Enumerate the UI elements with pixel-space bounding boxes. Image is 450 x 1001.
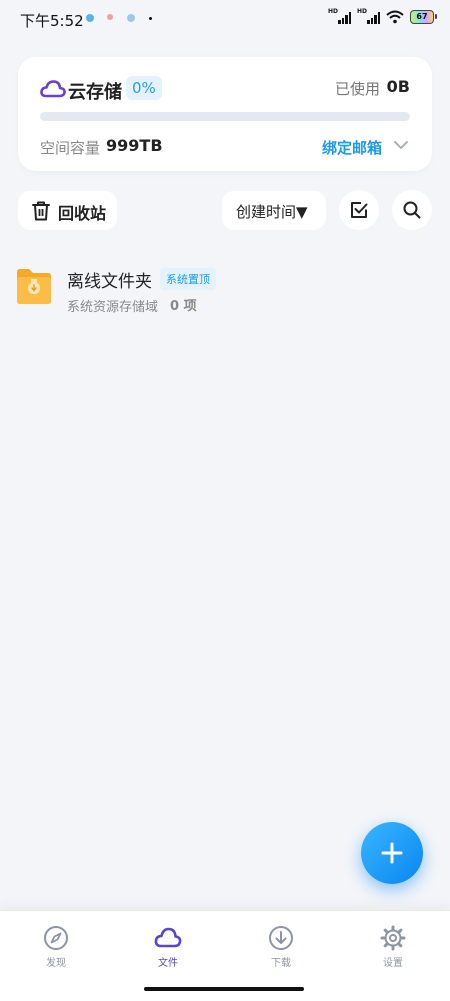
add-button[interactable] [361,822,423,884]
used-value: 0B [386,77,410,96]
recycle-bin-label: 回收站 [58,204,107,223]
notification-icon [107,14,113,20]
nav-discover[interactable]: 发现 [16,925,96,975]
checkbox-icon [351,202,368,218]
download-icon [269,926,293,950]
list-item[interactable]: 离线文件夹 系统置顶 系统资源存储域 0 项 [14,262,434,322]
sort-label: 创建时间▼ [236,203,308,221]
used-label: 已使用 [334,80,380,98]
recycle-bin-button[interactable]: 回收站 [18,191,117,230]
nav-label: 发现 [46,958,66,969]
nav-label: 文件 [158,958,178,969]
status-time: 下午5:52 [20,12,84,30]
signal-icon: HD [357,8,380,24]
usage-percent-badge: 0% [126,76,162,100]
capacity-label: 空间容量 [40,139,101,157]
bind-email-link[interactable]: 绑定邮箱 [322,137,382,158]
nav-downloads[interactable]: 下载 [241,925,321,975]
compass-icon [44,926,68,950]
storage-progress-bar [40,112,410,121]
search-button[interactable] [392,190,432,230]
folder-name: 离线文件夹 [67,272,152,292]
signal-icon: HD [328,8,351,24]
nav-settings[interactable]: 设置 [353,925,433,975]
plus-icon [381,842,403,864]
notification-dot-icon [149,17,152,20]
folder-description: 系统资源存储域 [67,300,159,315]
storage-card: 云存储 0% 已使用 0B 空间容量 999TB 绑定邮箱 [18,57,432,171]
gear-icon [380,925,406,951]
notification-icon [86,14,94,22]
pinned-badge: 系统置顶 [160,268,216,290]
multi-select-button[interactable] [339,190,379,230]
capacity-value: 999TB [106,136,163,155]
nav-label: 下载 [271,958,291,969]
cloud-icon [154,927,182,948]
nav-files[interactable]: 文件 [128,925,208,975]
home-indicator[interactable] [144,987,304,991]
notification-icon [127,14,135,22]
battery-icon: 67 [410,10,437,24]
nav-label: 设置 [383,958,403,969]
chevron-down-icon[interactable] [392,137,410,153]
cloud-icon [40,80,66,98]
storage-title: 云存储 [68,82,122,103]
trash-icon [32,201,50,221]
folder-icon [17,269,51,304]
search-icon [403,201,421,219]
folder-item-count: 0 项 [170,299,197,314]
status-bar: 下午5:52 HD HD 67 [0,0,450,38]
wifi-icon [386,10,404,24]
sort-dropdown[interactable]: 创建时间▼ [222,191,326,230]
